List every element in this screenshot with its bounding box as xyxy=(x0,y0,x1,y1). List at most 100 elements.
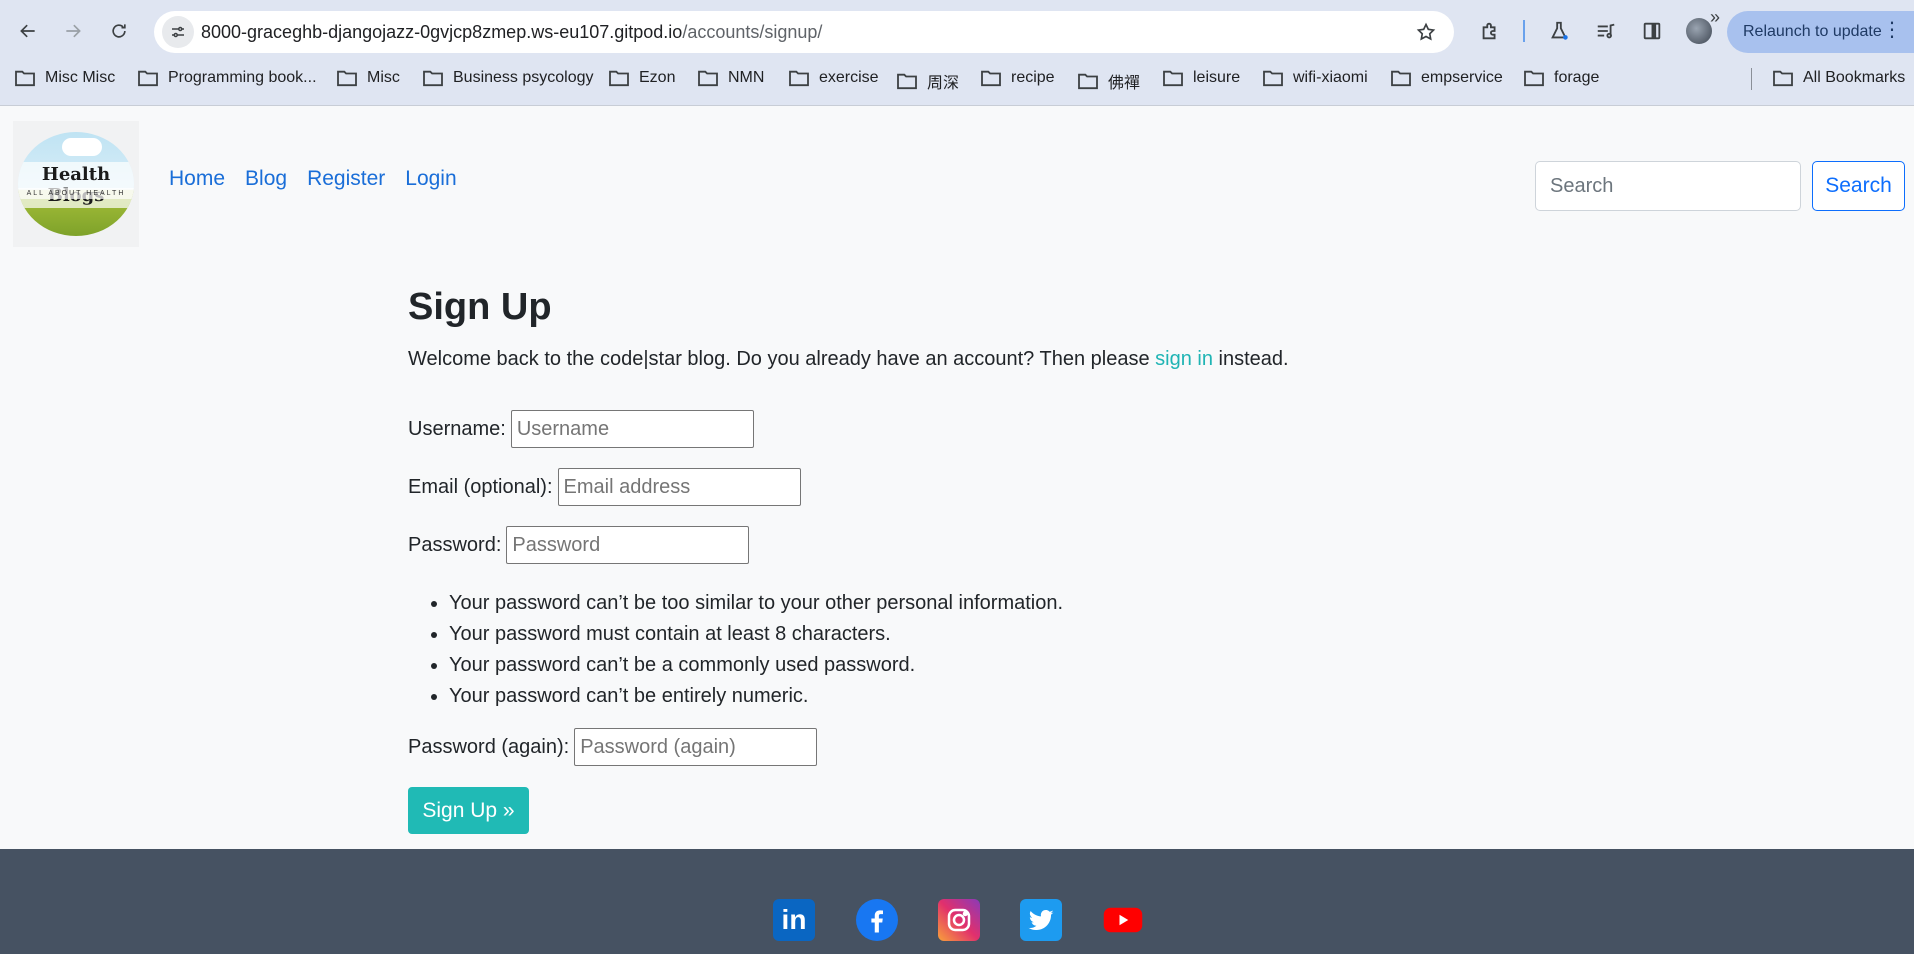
arrow-right-icon xyxy=(66,24,81,38)
bookmark-item[interactable]: Business psycology xyxy=(422,69,594,87)
back-button[interactable] xyxy=(10,13,46,49)
email-field[interactable] xyxy=(557,468,801,506)
password-label: Password: xyxy=(408,533,502,556)
bookmark-label: NMN xyxy=(728,69,765,86)
folder-icon xyxy=(423,70,443,87)
site-footer: in xyxy=(0,849,1914,954)
username-field[interactable] xyxy=(510,410,754,448)
folder-icon xyxy=(1773,70,1793,87)
site-info-button[interactable] xyxy=(162,16,194,48)
bookmark-item[interactable]: 佛禪 xyxy=(1077,69,1140,93)
relaunch-button[interactable]: Relaunch to update ⋮ xyxy=(1727,11,1914,53)
labs-button[interactable] xyxy=(1545,17,1573,45)
bookmark-item[interactable]: Misc xyxy=(336,69,400,87)
list-item: Your password can’t be too similar to yo… xyxy=(449,588,1063,619)
username-label: Username: xyxy=(408,417,506,440)
bookmark-item[interactable]: exercise xyxy=(788,69,879,87)
bookmark-label: Programming book... xyxy=(168,69,317,86)
arrow-left-icon xyxy=(20,24,35,38)
media-control-button[interactable] xyxy=(1592,17,1620,45)
facebook-f-icon xyxy=(871,910,883,933)
bookmark-label: 周深 xyxy=(927,75,960,92)
list-item: Your password must contain at least 8 ch… xyxy=(449,619,1063,650)
url-path: /accounts/signup/ xyxy=(682,22,823,42)
bookmark-label: 佛禪 xyxy=(1108,75,1141,92)
bookmark-item[interactable]: 周深 xyxy=(896,69,959,93)
nav-home[interactable]: Home xyxy=(169,167,225,191)
intro-text: Welcome back to the code|star blog. Do y… xyxy=(408,348,1289,371)
intro-after: instead. xyxy=(1212,348,1289,370)
bookmark-item[interactable]: empservice xyxy=(1390,69,1503,87)
all-bookmarks-button[interactable]: All Bookmarks xyxy=(1772,69,1905,87)
browser-toolbar: 8000-graceghb-djangojazz-0gvjcp8zmep.ws-… xyxy=(0,0,1914,62)
facebook-icon[interactable] xyxy=(856,899,898,941)
search-input[interactable] xyxy=(1535,161,1801,211)
folder-icon xyxy=(1524,70,1544,87)
more-menu-icon[interactable]: ⋮ xyxy=(1882,19,1902,41)
extensions-button[interactable] xyxy=(1476,17,1504,45)
folder-icon xyxy=(15,70,35,87)
bookmark-label: Misc xyxy=(367,69,400,86)
side-panel-button[interactable] xyxy=(1638,17,1666,45)
folder-icon xyxy=(337,70,357,87)
star-icon xyxy=(1416,22,1436,41)
bookmark-item[interactable]: leisure xyxy=(1162,69,1240,87)
linkedin-mark: in xyxy=(781,904,807,935)
web-page: Health Blogs ALL ABOUT HEALTH Home Blog … xyxy=(0,107,1914,954)
search-button[interactable]: Search xyxy=(1812,161,1905,211)
nav-register[interactable]: Register xyxy=(307,167,385,191)
more-bookmarks-icon[interactable]: » xyxy=(1710,7,1720,28)
tune-icon xyxy=(172,26,184,38)
bookmark-label: Misc Misc xyxy=(45,69,116,86)
music-queue-icon xyxy=(1597,23,1615,39)
password-again-field[interactable] xyxy=(574,728,818,766)
reload-button[interactable] xyxy=(101,13,137,49)
bookmark-star-button[interactable] xyxy=(1416,22,1436,47)
twitter-bird-icon xyxy=(1028,909,1054,931)
forward-button[interactable] xyxy=(55,13,91,49)
username-row: Username: xyxy=(408,410,754,448)
bookmark-item[interactable]: NMN xyxy=(697,69,764,87)
bookmark-label: wifi-xiaomi xyxy=(1293,69,1368,86)
nav-login[interactable]: Login xyxy=(405,167,456,191)
folder-icon xyxy=(609,70,629,87)
url-text[interactable]: 8000-graceghb-djangojazz-0gvjcp8zmep.ws-… xyxy=(201,22,822,43)
cloud-icon xyxy=(62,138,102,156)
site-logo[interactable]: Health Blogs ALL ABOUT HEALTH xyxy=(13,121,139,247)
puzzle-icon xyxy=(1482,22,1496,40)
site-navbar: Health Blogs ALL ABOUT HEALTH Home Blog … xyxy=(0,107,1914,262)
intro-before: Welcome back to the code|star blog. Do y… xyxy=(408,348,1156,370)
bookmark-item[interactable]: wifi-xiaomi xyxy=(1262,69,1368,87)
profile-avatar[interactable] xyxy=(1686,18,1712,44)
instagram-icon[interactable] xyxy=(938,899,980,941)
folder-icon xyxy=(981,70,1001,87)
logo-subtitle: ALL ABOUT HEALTH xyxy=(18,188,134,199)
sign-up-button[interactable]: Sign Up » xyxy=(408,787,529,834)
page-title: Sign Up xyxy=(408,286,552,328)
sign-in-link[interactable]: sign in xyxy=(1155,348,1213,370)
folder-icon xyxy=(1163,70,1183,87)
signup-form: Sign Up Welcome back to the code|star bl… xyxy=(408,285,1408,834)
bookmark-item[interactable]: Programming book... xyxy=(137,69,317,87)
bookmark-label: Business psycology xyxy=(453,69,594,86)
folder-icon xyxy=(138,70,158,87)
folder-icon xyxy=(1263,70,1283,87)
bookmark-item[interactable]: Misc Misc xyxy=(14,69,115,87)
bookmark-item[interactable]: forage xyxy=(1523,69,1599,87)
password-field[interactable] xyxy=(506,526,750,564)
nav-links: Home Blog Register Login xyxy=(169,167,457,191)
youtube-icon[interactable] xyxy=(1102,899,1144,941)
address-bar[interactable]: 8000-graceghb-djangojazz-0gvjcp8zmep.ws-… xyxy=(154,11,1454,53)
bookmarks-bar: Misc Misc Programming book... Misc Business… xyxy=(0,62,1914,98)
bookmark-label: exercise xyxy=(819,69,879,86)
browser-chrome: 8000-graceghb-djangojazz-0gvjcp8zmep.ws-… xyxy=(0,0,1914,106)
linkedin-icon[interactable]: in xyxy=(773,899,815,941)
bookmark-item[interactable]: recipe xyxy=(980,69,1055,87)
folder-icon xyxy=(698,70,718,87)
twitter-icon[interactable] xyxy=(1020,899,1062,941)
bookmark-item[interactable]: Ezon xyxy=(608,69,675,87)
toolbar-divider xyxy=(1523,20,1525,42)
relaunch-label: Relaunch to update xyxy=(1743,23,1882,40)
nav-blog[interactable]: Blog xyxy=(245,167,287,191)
email-row: Email (optional): xyxy=(408,468,801,506)
